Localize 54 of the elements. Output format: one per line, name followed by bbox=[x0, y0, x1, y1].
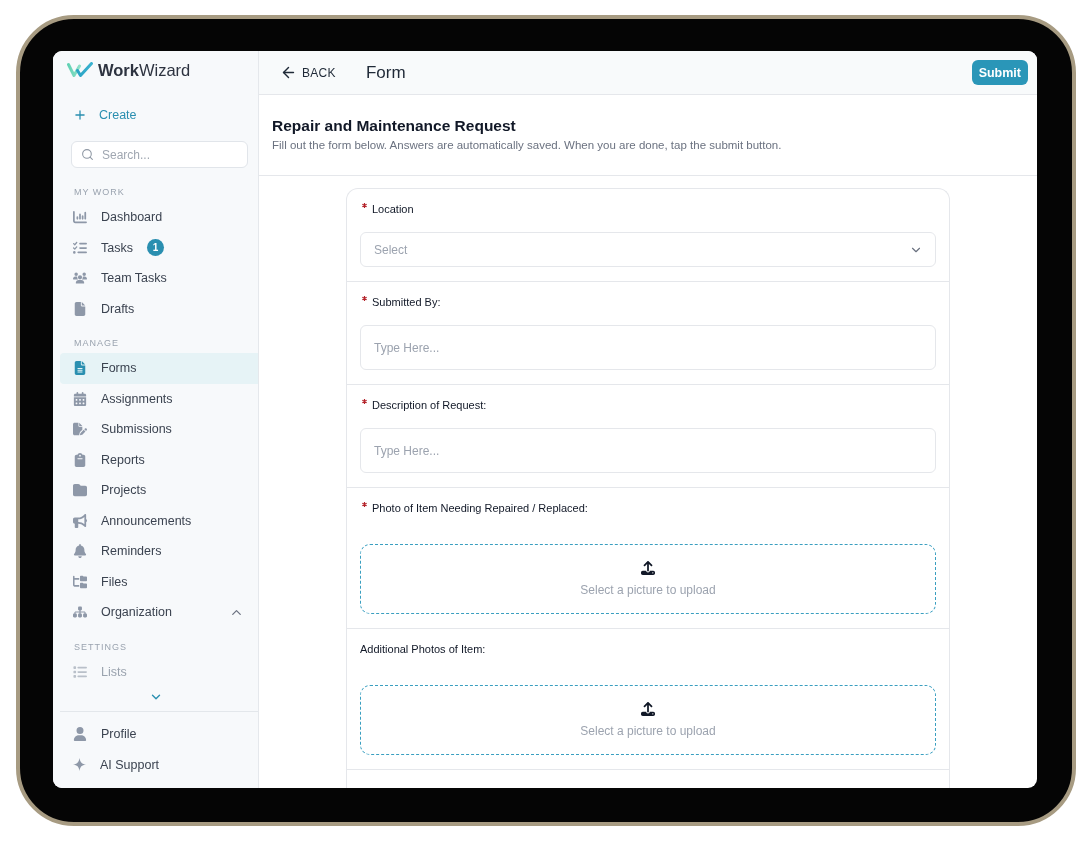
sitemap-icon bbox=[73, 605, 87, 620]
section-heading: MANAGE bbox=[74, 337, 120, 350]
logo-text: WorkWizard bbox=[98, 60, 191, 80]
form-title: Repair and Maintenance Request bbox=[272, 117, 517, 135]
nav-item[interactable]: Submissions bbox=[60, 414, 258, 445]
bar-chart-icon bbox=[73, 210, 87, 225]
field-label: Submitted By: bbox=[372, 295, 441, 309]
nav-item[interactable]: Forms bbox=[60, 353, 258, 384]
list-icon bbox=[73, 664, 87, 679]
calendar-icon bbox=[73, 391, 87, 406]
user-icon bbox=[73, 727, 87, 742]
logo-icon bbox=[67, 62, 93, 78]
back-button[interactable]: BACK bbox=[280, 64, 336, 81]
page-title: Form bbox=[365, 62, 406, 83]
nav-item[interactable]: Projects bbox=[60, 475, 258, 506]
text-field[interactable]: Type Here... bbox=[360, 325, 936, 370]
file-pen-icon bbox=[73, 422, 87, 437]
form-description: Fill out the form below. Answers are automatically saved. When you are done, tap the submit button. bbox=[272, 138, 783, 152]
folder-icon bbox=[73, 483, 87, 498]
nav-item[interactable]: Organization bbox=[60, 597, 258, 628]
users-icon bbox=[73, 271, 87, 286]
nav-item[interactable]: Reminders bbox=[60, 536, 258, 567]
file-icon bbox=[73, 301, 87, 316]
nav-item[interactable]: Team Tasks bbox=[60, 263, 258, 294]
nav-item[interactable]: AI Support bbox=[60, 749, 258, 780]
upload-icon bbox=[641, 561, 655, 575]
field-label: Additional Photos of Item: bbox=[360, 642, 486, 656]
nav-item[interactable]: Dashboard bbox=[60, 202, 258, 233]
text-field[interactable]: Type Here... bbox=[360, 428, 936, 473]
upload-icon bbox=[641, 702, 655, 716]
document-icon bbox=[73, 361, 87, 376]
nav-item[interactable]: Tasks 1 bbox=[60, 232, 258, 263]
field-label: Location bbox=[372, 202, 414, 216]
section-heading: MY WORK bbox=[74, 186, 126, 199]
nav-item[interactable]: Files bbox=[60, 566, 258, 597]
nav-item[interactable]: Profile bbox=[60, 719, 258, 750]
megaphone-icon bbox=[73, 513, 87, 528]
search-field[interactable]: Search... bbox=[71, 141, 248, 168]
nav-item[interactable]: Drafts bbox=[60, 293, 258, 324]
create-button[interactable]: Create bbox=[53, 103, 137, 127]
folder-tree-icon bbox=[73, 574, 87, 589]
count-badge: 1 bbox=[146, 239, 164, 257]
section-heading: SETTINGS bbox=[74, 640, 128, 654]
nav-item[interactable]: Assignments bbox=[60, 383, 258, 414]
search-icon bbox=[81, 148, 94, 161]
sparkle-icon bbox=[73, 758, 86, 772]
clipboard-icon bbox=[73, 452, 87, 467]
field-label: Description of Request: bbox=[372, 398, 487, 412]
plus-icon bbox=[73, 108, 87, 122]
field-label: Photo of Item Needing Repaired / Replaced: bbox=[372, 501, 588, 515]
bell-icon bbox=[73, 544, 87, 559]
nav-item[interactable]: Reports bbox=[60, 444, 258, 475]
checklist-icon bbox=[73, 240, 87, 255]
nav-item[interactable]: Announcements bbox=[60, 505, 258, 536]
